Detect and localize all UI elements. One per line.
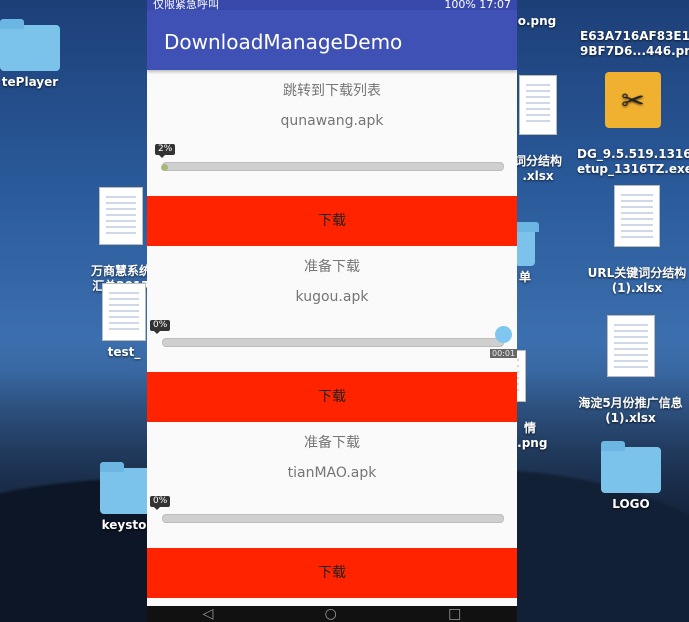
download-progress: 0%: [147, 312, 517, 372]
status-carrier: 仅限紧急呼叫: [153, 0, 219, 10]
progress-thumb[interactable]: [161, 164, 168, 171]
folder-icon: [515, 222, 539, 266]
desktop-item-label: 海淀5月份推广信息 (1).xlsx: [578, 396, 683, 425]
download-item: 准备下载 tianMAO.apk 0% 下载: [147, 422, 517, 598]
desktop-item-label: 词分结构 .xlsx: [513, 154, 562, 183]
android-emulator-screen: 仅限紧急呼叫 100% 17:07 DownloadManageDemo 跳转到…: [147, 0, 517, 606]
desktop-item-label: test_: [107, 345, 141, 359]
download-status-link[interactable]: 准备下载: [147, 422, 517, 458]
back-icon[interactable]: ◁: [203, 606, 214, 622]
download-filename: qunawang.apk: [280, 113, 384, 129]
download-item: 跳转到下载列表 qunawang.apk 2% 下载: [147, 70, 517, 246]
android-nav-bar: ◁ ○ □: [147, 606, 517, 622]
file-icon: [102, 283, 146, 341]
progress-track[interactable]: [162, 338, 504, 347]
download-button[interactable]: 下载: [147, 548, 517, 598]
status-right: 100% 17:07: [444, 0, 511, 10]
desktop-file-png-1[interactable]: o.png: [517, 14, 557, 29]
download-status-link[interactable]: 跳转到下载列表: [147, 70, 517, 106]
download-progress: 0%: [147, 488, 517, 548]
download-item: 准备下载 kugou.apk 0% 下载: [147, 246, 517, 422]
folder-icon: [601, 441, 661, 493]
spreadsheet-file-icon: [606, 315, 655, 377]
app-title: DownloadManageDemo: [164, 30, 403, 54]
progress-track[interactable]: [162, 514, 504, 523]
app-toolbar: DownloadManageDemo: [147, 10, 517, 70]
url-file-icon: [614, 185, 660, 247]
desktop-item-label: tePlayer: [1, 75, 59, 89]
download-filename: kugou.apk: [295, 289, 369, 305]
overlay-timer: 00:01: [490, 349, 517, 358]
home-icon[interactable]: ○: [325, 606, 337, 622]
desktop-item-label: LOGO: [612, 497, 650, 511]
desktop-item-label: keysto: [101, 518, 147, 532]
download-button[interactable]: 下载: [147, 372, 517, 422]
desktop-folder-logo[interactable]: LOGO: [600, 441, 662, 512]
touch-indicator: [495, 326, 512, 343]
desktop-file-haidian-xlsx[interactable]: 海淀5月份推广信息 (1).xlsx: [572, 300, 689, 441]
desktop-file-url-xlsx[interactable]: URL关键词分结构 (1).xlsx: [585, 170, 689, 311]
folder-icon: [0, 19, 60, 71]
desktop-item-label: E63A716AF83E1C 9BF7D6...446.png: [580, 29, 689, 58]
progress-track[interactable]: [162, 162, 504, 171]
desktop-item-label: URL关键词分结构 (1).xlsx: [587, 266, 687, 295]
status-bar: 仅限紧急呼叫 100% 17:07: [147, 0, 517, 10]
desktop-file-test[interactable]: test_: [100, 283, 148, 360]
download-filename: tianMAO.apk: [287, 465, 377, 481]
download-status-link[interactable]: 准备下载: [147, 246, 517, 282]
progress-bubble: 0%: [150, 320, 171, 334]
desktop-folder-teplayer[interactable]: tePlayer: [0, 19, 70, 90]
desktop-file-xlsx-1[interactable]: 词分结构 .xlsx: [510, 60, 566, 199]
spreadsheet-file-icon: [519, 75, 557, 135]
recent-apps-icon[interactable]: □: [448, 606, 461, 622]
spreadsheet-file-icon: [99, 187, 143, 245]
download-progress: 2%: [147, 136, 517, 196]
installer-box-icon: ✂: [605, 72, 661, 128]
download-button[interactable]: 下载: [147, 196, 517, 246]
progress-bubble: 2%: [155, 144, 176, 158]
progress-bubble: 0%: [150, 496, 171, 510]
desktop-item-label: o.png: [517, 14, 557, 28]
desktop-folder-keystore[interactable]: keysto: [100, 462, 160, 533]
